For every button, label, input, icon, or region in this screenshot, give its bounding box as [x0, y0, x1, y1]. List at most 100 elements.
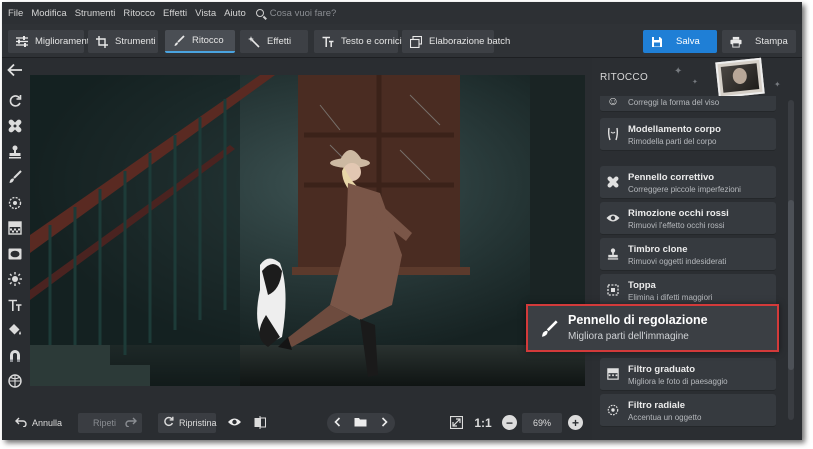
- tool-card-timbro-clone[interactable]: Timbro clone Rimuovi oggetti indesiderat…: [600, 238, 776, 271]
- preview-eye-button[interactable]: [223, 413, 245, 433]
- batch-icon: [410, 35, 422, 48]
- save-button[interactable]: Salva: [643, 30, 717, 53]
- tool-card-rimozione-occhi-rossi[interactable]: Rimozione occhi rossi Rimuovi l'effetto …: [600, 202, 776, 235]
- tool-title: Timbro clone: [628, 244, 688, 255]
- tab-effetti[interactable]: Effetti: [240, 30, 308, 53]
- gradient-filter-icon[interactable]: [5, 218, 25, 238]
- menu-strumenti[interactable]: Strumenti: [75, 8, 116, 19]
- tab-miglioramento[interactable]: Miglioramento: [8, 30, 95, 53]
- tool-subtitle: Elimina i difetti maggiori: [628, 293, 713, 302]
- paint-bucket-icon[interactable]: [5, 320, 25, 340]
- menu-modifica[interactable]: Modifica: [31, 8, 66, 19]
- tool-subtitle: Rimodella parti del corpo: [628, 137, 717, 146]
- menu-ritocco[interactable]: Ritocco: [123, 8, 155, 19]
- stamp-icon[interactable]: [5, 142, 25, 162]
- tool-card-toppa[interactable]: Toppa Elimina i difetti maggiori: [600, 274, 776, 307]
- tool-subtitle: Rimuovi oggetti indesiderati: [628, 257, 727, 266]
- brush-icon: [540, 320, 558, 338]
- retouch-panel: RITOCCO ✦ ✦ ✦ ☺ Correggi la forma del vi…: [592, 57, 802, 440]
- back-arrow-icon[interactable]: [5, 60, 25, 80]
- reset-button[interactable]: Ripristina: [158, 413, 217, 433]
- tab-elaborazione-batch[interactable]: Elaborazione batch: [402, 30, 510, 53]
- app-window: File Modifica Strumenti Ritocco Effetti …: [2, 2, 802, 440]
- photo-canvas[interactable]: [30, 75, 585, 386]
- left-tool-strip: [2, 58, 28, 402]
- focus-icon[interactable]: [5, 193, 25, 213]
- text-icon[interactable]: [5, 295, 25, 315]
- undo-button[interactable]: Annulla: [10, 413, 68, 433]
- tool-subtitle: Accentua un oggetto: [628, 413, 702, 422]
- tab-label: Effetti: [267, 36, 292, 47]
- eye-icon: [606, 211, 620, 225]
- fit-screen-button[interactable]: [446, 413, 466, 433]
- eye-icon: [227, 417, 242, 429]
- bottom-bar: Annulla Ripeti Ripristina 1:1 − 69% +: [2, 402, 592, 440]
- rotate-icon[interactable]: [5, 91, 25, 111]
- tab-testo-e-cornici[interactable]: Testo e cornici: [314, 30, 402, 53]
- folder-icon[interactable]: [354, 417, 367, 429]
- bandage-icon: [606, 175, 620, 189]
- bandage-icon[interactable]: [5, 116, 25, 136]
- menu-aiuto[interactable]: Aiuto: [224, 8, 246, 19]
- reset-icon: [158, 416, 179, 430]
- scrollbar-thumb[interactable]: [788, 200, 794, 370]
- menu-bar: File Modifica Strumenti Ritocco Effetti …: [2, 2, 802, 24]
- save-icon: [651, 36, 663, 48]
- tool-title: Rimozione occhi rossi: [628, 208, 729, 219]
- panel-scrollbar[interactable]: [788, 100, 794, 420]
- magic-wand-icon: [248, 35, 260, 48]
- tool-card-pennello-correttivo[interactable]: Pennello correttivo Correggere piccole i…: [600, 166, 776, 199]
- compare-button[interactable]: [250, 413, 270, 433]
- menu-vista[interactable]: Vista: [195, 8, 216, 19]
- tool-list: ☺ Correggi la forma del viso Modellament…: [597, 96, 781, 434]
- body-icon: [606, 127, 620, 141]
- tool-title: Modellamento corpo: [628, 124, 721, 135]
- tool-subtitle: Correggere piccole imperfezioni: [628, 185, 741, 194]
- tool-card-filtro-radiale[interactable]: Filtro radiale Accentua un oggetto: [600, 394, 776, 427]
- magnet-icon[interactable]: [5, 346, 25, 366]
- next-arrow-icon[interactable]: [381, 417, 388, 429]
- tool-title: Filtro radiale: [628, 400, 686, 411]
- tab-strumenti[interactable]: Strumenti: [88, 30, 158, 53]
- tab-label: Miglioramento: [35, 36, 95, 47]
- redo-button[interactable]: Ripeti: [78, 413, 142, 433]
- sparkle-icon: ✦: [692, 79, 698, 86]
- patch-icon: [606, 283, 620, 297]
- compare-icon: [254, 415, 266, 431]
- highlighted-tool-pennello-di-regolazione[interactable]: Pennello di regolazione Migliora parti d…: [526, 304, 779, 352]
- zoom-in-button[interactable]: +: [568, 415, 583, 430]
- menu-effetti[interactable]: Effetti: [163, 8, 187, 19]
- radial-filter-icon[interactable]: [5, 244, 25, 264]
- actual-size-button[interactable]: 1:1: [472, 413, 494, 433]
- sun-icon[interactable]: [5, 269, 25, 289]
- crop-icon: [96, 35, 108, 48]
- tab-ritocco[interactable]: Ritocco: [165, 30, 235, 53]
- globe-icon[interactable]: [5, 371, 25, 391]
- tool-subtitle: Migliora le foto di paesaggio: [628, 377, 728, 386]
- undo-label: Annulla: [32, 418, 63, 428]
- undo-icon: [10, 417, 32, 430]
- face-icon: ☺: [606, 96, 620, 108]
- text-icon: [322, 36, 334, 48]
- tool-card-filtro-graduato[interactable]: Filtro graduato Migliora le foto di paes…: [600, 358, 776, 391]
- print-button[interactable]: Stampa: [722, 30, 796, 53]
- panel-title: RITOCCO: [600, 72, 649, 83]
- brush-icon[interactable]: [5, 167, 25, 187]
- stamp-icon: [606, 247, 620, 261]
- prev-arrow-icon[interactable]: [334, 417, 341, 429]
- menu-file[interactable]: File: [8, 8, 23, 19]
- zoom-value[interactable]: 69%: [522, 413, 562, 433]
- highlight-subtitle: Migliora parti dell'immagine: [568, 331, 689, 342]
- tool-card-modellamento-corpo[interactable]: Modellamento corpo Rimodella parti del c…: [600, 118, 776, 151]
- search-icon: [255, 9, 264, 17]
- tab-label: Elaborazione batch: [429, 36, 511, 47]
- print-label: Stampa: [755, 36, 788, 47]
- search-box[interactable]: Cosa vuoi fare?: [255, 7, 337, 19]
- zoom-out-button[interactable]: −: [502, 415, 517, 430]
- tool-subtitle: Rimuovi l'effetto occhi rossi: [628, 221, 725, 230]
- tool-card-face-shape[interactable]: ☺ Correggi la forma del viso: [600, 96, 776, 112]
- redo-icon: [120, 417, 142, 430]
- reset-label: Ripristina: [179, 418, 217, 428]
- printer-icon: [730, 36, 742, 48]
- search-placeholder: Cosa vuoi fare?: [269, 7, 337, 19]
